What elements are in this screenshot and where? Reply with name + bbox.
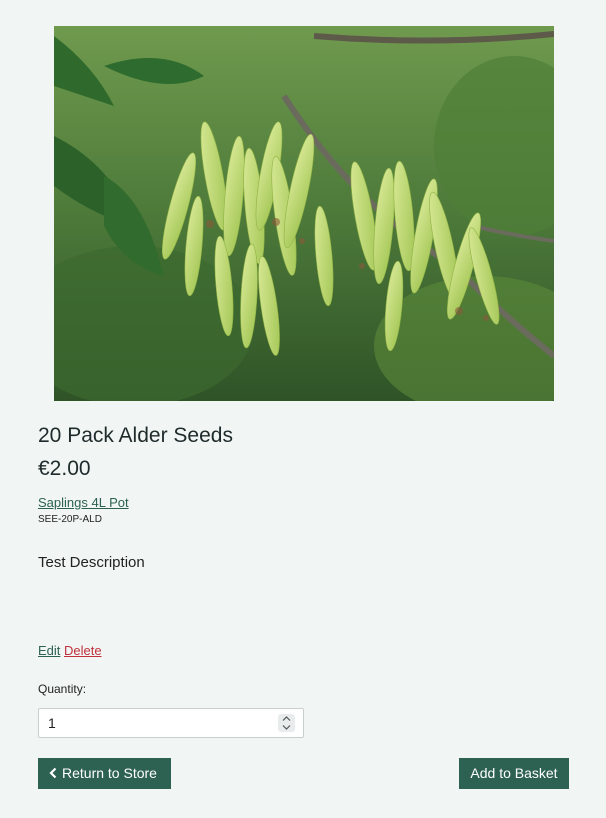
quantity-stepper[interactable] xyxy=(278,714,295,732)
quantity-value: 1 xyxy=(48,715,56,731)
quantity-input[interactable]: 1 xyxy=(38,708,304,738)
category-link[interactable]: Saplings 4L Pot xyxy=(38,495,129,510)
add-to-basket-button[interactable]: Add to Basket xyxy=(459,758,569,789)
chevron-left-icon xyxy=(49,767,57,779)
product-image xyxy=(54,26,554,401)
quantity-label: Quantity: xyxy=(38,682,87,696)
product-description: Test Description xyxy=(38,554,145,571)
product-title: 20 Pack Alder Seeds xyxy=(38,424,233,447)
chevron-up-icon[interactable] xyxy=(282,715,291,722)
product-price: €2.00 xyxy=(38,457,91,480)
return-to-store-label: Return to Store xyxy=(62,765,157,781)
delete-link[interactable]: Delete xyxy=(64,643,102,658)
product-sku: SEE-20P-ALD xyxy=(38,514,102,525)
edit-link[interactable]: Edit xyxy=(38,643,60,658)
add-to-basket-label: Add to Basket xyxy=(470,765,558,781)
chevron-down-icon[interactable] xyxy=(282,724,291,731)
return-to-store-button[interactable]: Return to Store xyxy=(38,758,171,789)
